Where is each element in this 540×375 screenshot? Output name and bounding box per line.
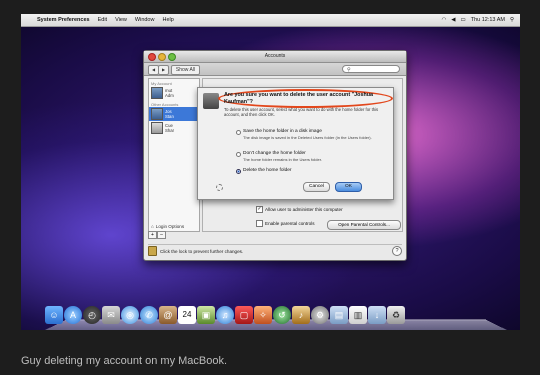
forward-button[interactable]: ▶ <box>158 65 169 75</box>
remove-user-button[interactable]: – <box>157 231 166 239</box>
sheet-body: To delete this user account, select what… <box>224 107 379 117</box>
sidebar-user-1[interactable]: mut Adm <box>149 86 199 100</box>
search-field[interactable]: ⚲ <box>342 65 400 73</box>
radio-desc: The home folder remains in the Users fol… <box>243 157 322 162</box>
sidebar-user-3[interactable]: Cue Shar <box>149 121 199 135</box>
avatar <box>151 87 163 99</box>
downloads-icon[interactable]: ↓ <box>368 306 386 324</box>
sheet-title: Are you sure you want to delete the user… <box>224 92 374 105</box>
system-preferences-icon[interactable]: ⚙ <box>311 306 329 324</box>
add-user-button[interactable]: + <box>148 231 157 239</box>
menu-clock[interactable]: Thu 12:13 AM <box>471 17 505 23</box>
login-options-label: Login Options <box>155 224 185 229</box>
applications-icon[interactable]: ▤ <box>330 306 348 324</box>
avatar <box>151 108 163 120</box>
allow-admin-label: Allow user to administer this computer <box>265 207 343 212</box>
parental-checkbox-row[interactable]: Enable parental controls <box>256 220 315 227</box>
parental-label: Enable parental controls <box>265 221 315 226</box>
mail-icon[interactable]: ✉ <box>102 306 120 324</box>
window-toolbar: ◀ ▶ Show All ⚲ <box>144 63 406 76</box>
menu-help[interactable]: Help <box>162 17 173 23</box>
radio-dont-change-home-folder[interactable]: Don't change the home folder The home fol… <box>236 151 322 162</box>
user-role: Stan <box>165 114 174 119</box>
window-titlebar[interactable]: Accounts <box>144 51 406 63</box>
parental-checkbox[interactable] <box>256 220 263 227</box>
lock-text: Click the lock to prevent further change… <box>160 248 244 254</box>
allow-admin-checkbox-row[interactable]: ✓ Allow user to administer this computer <box>256 206 343 213</box>
radio-button[interactable] <box>236 151 241 157</box>
lock-icon[interactable] <box>148 246 157 256</box>
photo-booth-icon[interactable]: ▢ <box>235 306 253 324</box>
other-accounts-header: Other Accounts <box>151 102 179 107</box>
add-remove-buttons: + – <box>148 231 166 239</box>
delete-account-sheet: Are you sure you want to delete the user… <box>197 87 394 200</box>
close-window-button[interactable] <box>148 53 156 61</box>
house-icon: ⌂ <box>151 224 154 229</box>
radio-label: Save the home folder in a disk image <box>243 129 322 134</box>
login-options-item[interactable]: ⌂ Login Options <box>149 224 199 229</box>
help-button[interactable]: ? <box>392 246 402 256</box>
minimize-window-button[interactable] <box>158 53 166 61</box>
search-icon: ⚲ <box>347 67 351 73</box>
address-book-icon[interactable]: @ <box>159 306 177 324</box>
show-all-button[interactable]: Show All <box>171 65 200 75</box>
ok-button[interactable]: OK <box>335 182 362 192</box>
desktop: System Preferences Edit View Window Help… <box>21 14 520 330</box>
ical-icon[interactable]: 24 <box>178 306 196 324</box>
iphoto-2-icon[interactable]: ✧ <box>254 306 272 324</box>
sidebar-user-2[interactable]: Jos Stan <box>149 107 199 121</box>
radio-label: Don't change the home folder <box>243 151 306 156</box>
user-role: Shar <box>165 128 175 133</box>
user-role: Adm <box>165 93 174 98</box>
menu-app-name[interactable]: System Preferences <box>37 17 90 23</box>
dashboard-icon[interactable]: ◴ <box>83 306 101 324</box>
garageband-icon[interactable]: ♪ <box>292 306 310 324</box>
avatar <box>151 122 163 134</box>
progress-spinner-icon <box>216 184 223 191</box>
spotlight-icon[interactable]: ⚲ <box>510 17 514 23</box>
radio-save-home-folder[interactable]: Save the home folder in a disk image The … <box>236 129 372 140</box>
dock: ☺ A ◴ ✉ ◎ ✆ @ 24 ▣ ♫ ▢ ✧ ↺ ♪ ⚙ ▤ ▥ ↓ ♻ <box>45 306 405 324</box>
accounts-sidebar: My Account mut Adm Other Accounts Jos Stan… <box>148 78 200 232</box>
finder-icon[interactable]: ☺ <box>45 306 63 324</box>
radio-delete-home-folder[interactable]: Delete the home folder <box>236 168 292 174</box>
lock-row: Click the lock to prevent further change… <box>148 244 402 257</box>
system-preferences-icon <box>203 93 219 109</box>
wifi-icon[interactable]: ◠ <box>441 17 446 23</box>
menu-window[interactable]: Window <box>135 17 155 23</box>
cancel-button[interactable]: Cancel <box>303 182 330 192</box>
volume-icon[interactable]: ◀ <box>451 17 455 23</box>
radio-button[interactable] <box>236 129 241 135</box>
safari-icon[interactable]: ◎ <box>121 306 139 324</box>
trash-icon[interactable]: ♻ <box>387 306 405 324</box>
app-store-icon[interactable]: A <box>64 306 82 324</box>
time-machine-icon[interactable]: ↺ <box>273 306 291 324</box>
documents-icon[interactable]: ▥ <box>349 306 367 324</box>
flag-icon[interactable]: ▭ <box>461 17 466 23</box>
iphoto-icon[interactable]: ▣ <box>197 306 215 324</box>
my-account-header: My Account <box>151 81 172 86</box>
menu-edit[interactable]: Edit <box>98 17 107 23</box>
menu-bar: System Preferences Edit View Window Help… <box>21 14 520 27</box>
open-parental-controls-button[interactable]: Open Parental Controls... <box>327 220 401 230</box>
zoom-window-button[interactable] <box>168 53 176 61</box>
radio-button[interactable] <box>236 168 241 174</box>
window-title: Accounts <box>264 53 286 59</box>
radio-label: Delete the home folder <box>243 168 292 173</box>
menu-view[interactable]: View <box>115 17 127 23</box>
itunes-icon[interactable]: ♫ <box>216 306 234 324</box>
radio-desc: The disk image is saved in the Deleted U… <box>243 135 372 140</box>
ichat-icon[interactable]: ✆ <box>140 306 158 324</box>
allow-admin-checkbox[interactable]: ✓ <box>256 206 263 213</box>
photo-caption: Guy deleting my account on my MacBook. <box>21 355 228 367</box>
